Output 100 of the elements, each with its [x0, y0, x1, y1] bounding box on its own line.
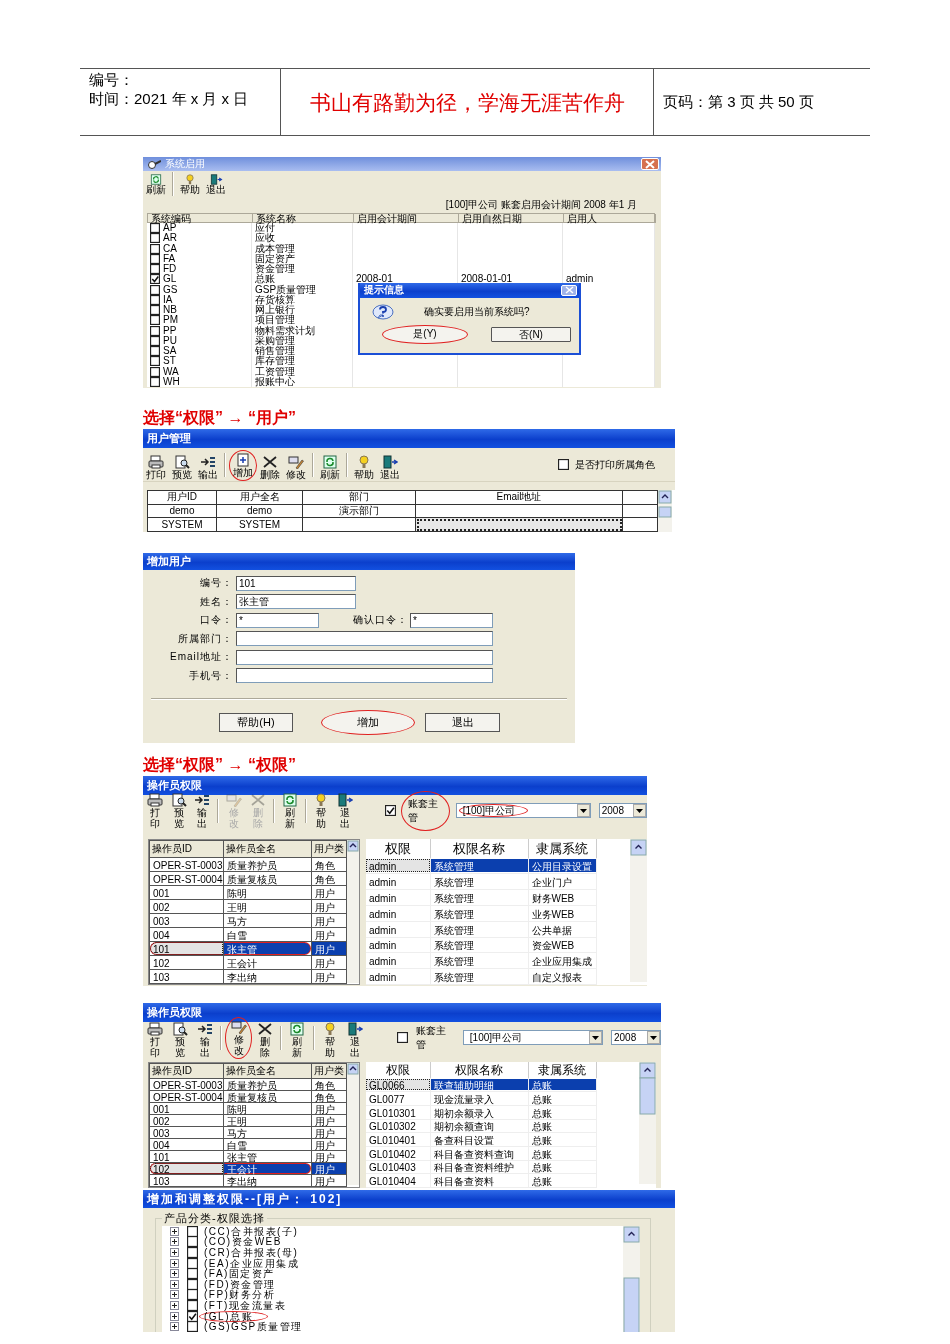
expand-icon[interactable] [170, 1290, 179, 1300]
scrollbar[interactable] [658, 490, 672, 532]
toolbar-button[interactable]: 打印 [143, 453, 169, 481]
tree-item[interactable]: (EA)企业应用集成 [202, 1257, 304, 1269]
input-field[interactable] [236, 631, 493, 647]
checkbox[interactable] [150, 315, 160, 326]
checkbox[interactable] [150, 376, 160, 387]
printer-icon [146, 793, 163, 807]
dialog-button[interactable]: 增加 [321, 710, 415, 735]
expand-icon[interactable] [170, 1237, 179, 1247]
input-field[interactable] [236, 668, 493, 684]
checkbox[interactable] [150, 356, 160, 367]
tree-item[interactable]: (CO)资金WEB [202, 1236, 287, 1248]
checkbox[interactable] [150, 284, 160, 295]
toolbar-button[interactable]: 刷新 [277, 792, 302, 830]
table-cell-text: 101 [152, 1151, 171, 1162]
toolbar-button[interactable]: 删除 [257, 453, 283, 481]
toolbar-button[interactable]: 退出 [342, 1021, 368, 1059]
tree-item[interactable]: (FA)固定资产 [202, 1268, 280, 1280]
checkbox[interactable] [187, 1236, 198, 1248]
expand-icon[interactable] [170, 1258, 179, 1268]
expand-icon[interactable] [170, 1311, 179, 1321]
checkbox[interactable] [187, 1289, 198, 1301]
toolbar-button[interactable]: 打印 [143, 1021, 168, 1059]
toolbar-button[interactable]: 预览 [166, 792, 191, 830]
checkbox[interactable] [150, 335, 160, 346]
close-button[interactable] [561, 284, 577, 296]
dialog-button[interactable]: 退出 [425, 713, 500, 732]
checkbox[interactable] [150, 305, 160, 316]
toolbar-button[interactable]: 预览 [167, 1021, 193, 1059]
checkbox[interactable] [150, 243, 160, 254]
scrollbar[interactable] [630, 839, 647, 982]
dialog-button[interactable]: 是(Y) [382, 324, 468, 344]
dropdown[interactable]: [100]甲公司 [462, 1030, 603, 1045]
checkbox[interactable] [150, 325, 160, 336]
toolbar-button[interactable]: 刷新 [285, 1021, 310, 1059]
checked-checkbox[interactable] [150, 274, 160, 285]
checkbox[interactable] [187, 1268, 198, 1280]
table-cell-text: 103 [152, 1175, 171, 1186]
tree-item[interactable]: (CR)合并报表(母) [202, 1247, 304, 1258]
toolbar-button[interactable]: 删除 [252, 1021, 277, 1059]
tree-item[interactable]: (FP)财务分析 [202, 1289, 281, 1301]
toolbar-button[interactable]: 退出 [203, 173, 229, 196]
toolbar-button[interactable]: 预览 [169, 453, 195, 481]
scrollbar[interactable] [347, 840, 359, 983]
checkbox[interactable] [187, 1225, 198, 1237]
tree-item[interactable]: (FD)资金管理 [202, 1278, 281, 1290]
input-field[interactable]: 张主管 [236, 594, 356, 610]
expand-icon[interactable] [170, 1269, 179, 1279]
dialog-button[interactable]: 否(N) [491, 326, 571, 342]
dropdown[interactable]: 2008 [611, 1030, 661, 1045]
input-field[interactable] [236, 649, 493, 665]
toolbar-button[interactable]: 打印 [143, 792, 167, 830]
dialog-button[interactable]: 帮助(H) [219, 713, 293, 732]
checked-checkbox[interactable] [385, 805, 397, 816]
expand-icon[interactable] [170, 1248, 179, 1257]
toolbar-button[interactable]: 刷新 [143, 173, 169, 196]
checkbox[interactable] [150, 294, 160, 305]
scrollbar[interactable] [623, 1226, 640, 1332]
checkbox[interactable] [187, 1257, 198, 1269]
checkbox[interactable] [187, 1247, 198, 1258]
checkbox[interactable] [187, 1299, 198, 1311]
toolbar-button[interactable]: 帮助 [309, 792, 334, 830]
expand-icon[interactable] [170, 1226, 179, 1236]
tree-item[interactable]: (CC)合并报表(子) [202, 1225, 304, 1237]
checkbox[interactable] [187, 1321, 198, 1332]
tree-item[interactable]: (FT)现金流量表 [202, 1299, 292, 1311]
toolbar-button[interactable]: 输出 [192, 1021, 218, 1059]
checkbox[interactable] [397, 1032, 409, 1043]
close-button[interactable] [641, 158, 659, 170]
toolbar-button[interactable]: 退出 [333, 792, 358, 830]
toolbar-button[interactable]: 帮助 [351, 453, 377, 481]
checkbox[interactable] [150, 264, 160, 275]
input-field[interactable]: * [236, 612, 319, 628]
expand-icon[interactable] [170, 1300, 179, 1310]
checkbox[interactable] [150, 233, 160, 244]
input-field[interactable]: * [410, 612, 493, 628]
table-cell-text: 质量养护员 [226, 1079, 278, 1090]
expand-icon[interactable] [170, 1279, 179, 1289]
scrollbar[interactable] [347, 1063, 359, 1185]
checkbox[interactable] [187, 1278, 198, 1290]
toolbar-button[interactable]: 输出 [195, 453, 221, 481]
input-field[interactable]: 101 [236, 575, 356, 591]
toolbar-button[interactable]: 退出 [377, 453, 403, 481]
checkbox[interactable] [150, 366, 160, 377]
checkbox[interactable] [150, 223, 160, 234]
toolbar-button[interactable]: 帮助 [177, 173, 203, 196]
dropdown[interactable]: [100]甲公司 [455, 803, 591, 818]
toolbar-button[interactable]: 刷新 [317, 453, 343, 481]
dropdown[interactable]: 2008 [598, 803, 647, 818]
toolbar-button[interactable]: 帮助 [317, 1021, 343, 1059]
scrollbar[interactable] [639, 1062, 656, 1184]
checkbox[interactable] [558, 459, 569, 470]
checkbox[interactable] [150, 253, 160, 264]
tree-item[interactable]: (GS)GSP质量管理 [202, 1321, 308, 1332]
checked-checkbox[interactable] [187, 1310, 198, 1322]
checkbox[interactable] [150, 346, 160, 357]
toolbar-button[interactable]: 输出 [190, 792, 215, 830]
toolbar-button[interactable]: 修改 [283, 453, 309, 481]
expand-icon[interactable] [170, 1322, 179, 1332]
